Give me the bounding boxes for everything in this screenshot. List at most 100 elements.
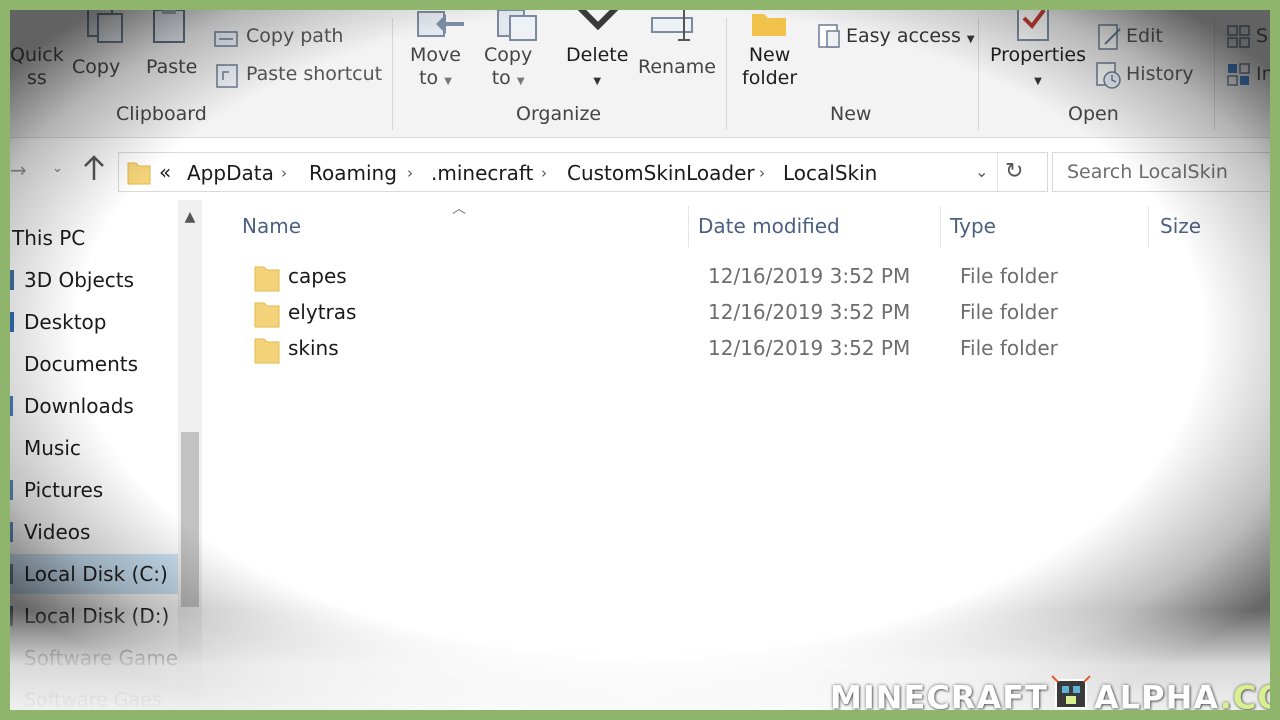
new-group-label: New [830,103,872,125]
rename-button[interactable]: Rename [638,56,716,79]
column-divider[interactable] [688,206,689,248]
nav-item-local-disk-d[interactable]: Local Disk (D:) [10,596,178,636]
clipboard-group-label: Clipboard [116,103,207,125]
back-arrow-icon[interactable]: → [10,158,27,182]
organize-group-label: Organize [516,103,602,125]
ribbon: Quick ss Copy Paste Copy path Paste short… [10,10,1270,138]
nav-item-label: Music [24,436,81,460]
copy-path-icon [214,28,240,54]
nav-item-downloads[interactable]: Downloads [10,386,178,426]
nav-item-music[interactable]: Music [10,428,178,468]
pictures-icon [10,480,13,500]
folder-icon [254,300,280,332]
copy-icon [84,10,128,48]
nav-item-software-games[interactable]: Software Games [10,638,188,678]
breadcrumb-chevron-icon[interactable]: › [407,164,413,182]
easy-access-label: Easy access [846,25,961,47]
breadcrumb-minecraft[interactable]: .minecraft [431,161,533,185]
properties-button[interactable]: Properties ▼ [990,44,1086,93]
invert-selection-button[interactable]: In [1256,63,1270,85]
column-divider[interactable] [940,206,941,248]
nav-item-label: Desktop [24,310,107,334]
select-all-button[interactable]: S [1256,25,1268,47]
watermark-text-left: MINECRAFT [830,678,1048,711]
delete-button[interactable]: Delete ▼ [566,44,628,93]
column-header-type[interactable]: Type [950,214,996,238]
easy-access-button[interactable]: Easy access ▼ [846,25,975,47]
pin-quick-access-button[interactable]: Quick ss [10,44,64,90]
paste-button[interactable]: Paste [146,56,197,79]
breadcrumb-roaming[interactable]: Roaming [309,161,397,185]
nav-item-label: Software Gaes [24,689,162,710]
recent-locations-chevron-icon[interactable]: ⌄ [52,161,63,176]
new-folder-icon [750,10,790,44]
nav-item-software-gaes[interactable]: Software Gaes [10,686,178,710]
navigation-scrollbar[interactable]: ▲ [178,200,202,710]
nav-item-label: Local Disk (D:) [24,604,170,628]
chevron-down-icon: ▼ [966,34,975,45]
table-row[interactable]: skins 12/16/2019 3:52 PM File folder [242,332,1222,366]
delete-label: Delete [566,44,629,66]
pin-quick-access-label-2: ss [26,67,47,89]
breadcrumb-chevron-icon[interactable]: › [541,164,547,182]
move-to-icon [416,10,466,46]
breadcrumb-localskin[interactable]: LocalSkin [783,161,877,185]
refresh-icon[interactable]: ↻ [1005,159,1023,184]
nav-item-pictures[interactable]: Pictures [10,470,178,510]
scrollbar-thumb[interactable] [181,432,199,607]
nav-item-this-pc[interactable]: This PC [10,218,178,258]
new-folder-button[interactable]: New folder [742,44,797,90]
search-input[interactable] [1053,153,1270,191]
column-header-name[interactable]: Name [242,214,301,238]
nav-item-label: Software Games [24,646,189,670]
up-arrow-icon[interactable] [82,154,106,186]
sort-ascending-icon: ︿ [452,201,466,217]
history-icon [1094,60,1124,94]
address-row: → ⌄ « AppData › Roaming › .minecraft › C… [10,138,1270,200]
breadcrumb-chevron-icon[interactable]: › [281,164,287,182]
nav-item-documents[interactable]: Documents [10,344,178,384]
move-to-button[interactable]: Move to ▼ [410,44,461,93]
breadcrumb-chevron-icon[interactable]: › [759,164,765,182]
nav-item-label: Pictures [24,478,104,502]
breadcrumb-appdata[interactable]: AppData [187,161,274,185]
history-button[interactable]: History [1126,63,1194,85]
copy-button[interactable]: Copy [72,56,120,79]
nav-item-label: Videos [24,520,91,544]
address-overflow-button[interactable]: « [159,160,171,184]
scroll-up-arrow-icon[interactable]: ▲ [178,200,202,234]
drive-icon [10,606,13,626]
paste-shortcut-button[interactable]: Paste shortcut [246,63,382,85]
edit-button[interactable]: Edit [1126,25,1163,47]
file-type: File folder [960,264,1058,288]
nav-item-desktop[interactable]: Desktop [10,302,178,342]
nav-item-videos[interactable]: Videos [10,512,178,552]
chevron-down-icon: ▼ [593,76,602,87]
nav-item-label: Documents [24,352,139,376]
new-folder-label-2: folder [742,67,798,89]
watermark-tld: .COM [1219,678,1270,711]
nav-item-local-disk-c[interactable]: Local Disk (C:) [10,554,178,594]
address-bar[interactable]: « AppData › Roaming › .minecraft › Custo… [118,152,1048,192]
folder-icon [254,336,280,368]
file-name: elytras [288,300,357,324]
column-header-date-modified[interactable]: Date modified [698,214,840,238]
copy-path-button[interactable]: Copy path [246,25,343,47]
table-row[interactable]: capes 12/16/2019 3:52 PM File folder [242,260,1222,294]
breadcrumb-customskinloader[interactable]: CustomSkinLoader [567,161,755,185]
invert-selection-icon [1226,62,1252,92]
column-header-size[interactable]: Size [1160,214,1201,238]
nav-item-label: Local Disk (C:) [24,562,168,586]
search-box[interactable] [1052,152,1270,192]
column-divider[interactable] [1148,206,1149,248]
copy-to-button[interactable]: Copy to ▼ [484,44,532,93]
properties-icon [1014,10,1054,48]
table-row[interactable]: elytras 12/16/2019 3:52 PM File folder [242,296,1222,330]
easy-access-icon [816,22,844,56]
chevron-down-icon: ▼ [1034,76,1042,87]
ribbon-divider [726,18,727,130]
address-dropdown-chevron-icon[interactable]: ⌄ [975,162,988,181]
ribbon-divider [392,18,393,130]
edit-icon [1096,22,1124,56]
nav-item-3d-objects[interactable]: 3D Objects [10,260,178,300]
